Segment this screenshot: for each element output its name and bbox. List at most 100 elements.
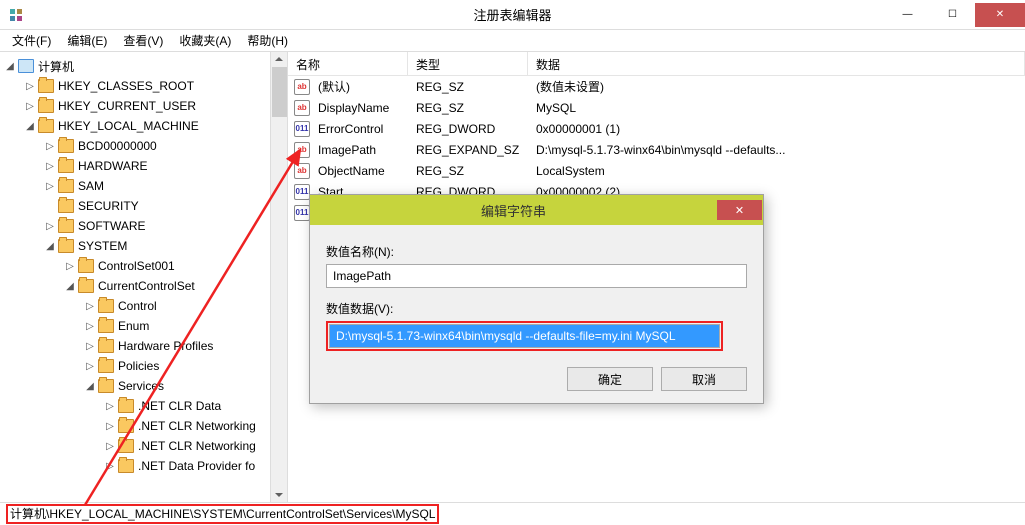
list-row[interactable]: abDisplayNameREG_SZMySQL (288, 97, 1025, 118)
tree-node-sam[interactable]: ▷ SAM (0, 176, 287, 196)
maximize-button[interactable]: ☐ (930, 3, 975, 27)
expander-icon[interactable]: ▷ (104, 401, 116, 412)
tree-label: 计算机 (38, 58, 74, 75)
tree-node-cs001[interactable]: ▷ControlSet001 (0, 256, 287, 276)
expander-icon[interactable]: ◢ (44, 241, 56, 252)
value-data-highlight (326, 321, 723, 351)
tree-label: Control (118, 299, 157, 313)
expander-icon[interactable]: ▷ (84, 361, 96, 372)
tree-node-computer[interactable]: ◢ 计算机 (0, 56, 287, 76)
expander-icon[interactable]: ▷ (84, 341, 96, 352)
list-row[interactable]: ab(默认)REG_SZ(数值未设置) (288, 76, 1025, 97)
expander-icon[interactable]: ◢ (4, 61, 16, 72)
scroll-up-icon[interactable] (274, 54, 284, 64)
status-path: 计算机\HKEY_LOCAL_MACHINE\SYSTEM\CurrentCon… (10, 505, 435, 522)
tree-node-services[interactable]: ◢Services (0, 376, 287, 396)
tree-label: Enum (118, 319, 149, 333)
tree-node-enum[interactable]: ▷ Enum (0, 316, 287, 336)
string-value-icon: ab (294, 100, 310, 116)
value-data-input[interactable] (329, 324, 720, 348)
value-name-label: 数值名称(N): (326, 243, 747, 260)
expander-icon[interactable]: ▷ (104, 461, 116, 472)
tree-node-security[interactable]: SECURITY (0, 196, 287, 216)
app-icon (8, 7, 24, 23)
tree-label: SECURITY (78, 199, 139, 213)
expander-icon[interactable] (44, 201, 56, 212)
cell-type: REG_DWORD (408, 122, 528, 136)
expander-icon[interactable]: ▷ (24, 81, 36, 92)
menu-view[interactable]: 查看(V) (115, 30, 171, 51)
expander-icon[interactable]: ▷ (44, 181, 56, 192)
folder-icon (98, 379, 114, 393)
expander-icon[interactable]: ▷ (44, 141, 56, 152)
dword-value-icon: 011 (294, 121, 310, 137)
folder-icon (78, 279, 94, 293)
tree-node-netdataprov[interactable]: ▷ .NET Data Provider fo (0, 456, 287, 476)
expander-icon[interactable]: ▷ (44, 221, 56, 232)
cell-type: REG_EXPAND_SZ (408, 143, 528, 157)
folder-icon (58, 199, 74, 213)
menu-favorites[interactable]: 收藏夹(A) (171, 30, 239, 51)
col-header-data[interactable]: 数据 (528, 52, 1025, 75)
minimize-button[interactable]: — (885, 3, 930, 27)
folder-icon (38, 79, 54, 93)
tree-label: .NET CLR Networking (138, 419, 256, 433)
dialog-close-button[interactable]: ✕ (717, 200, 762, 220)
cell-type: REG_SZ (408, 80, 528, 94)
list-row[interactable]: abObjectNameREG_SZLocalSystem (288, 160, 1025, 181)
window-title: 注册表编辑器 (473, 5, 551, 24)
status-path-highlight: 计算机\HKEY_LOCAL_MACHINE\SYSTEM\CurrentCon… (6, 504, 439, 524)
expander-icon[interactable]: ▷ (64, 261, 76, 272)
expander-icon[interactable]: ◢ (24, 121, 36, 132)
list-row[interactable]: 011ErrorControlREG_DWORD0x00000001 (1) (288, 118, 1025, 139)
expander-icon[interactable]: ◢ (84, 381, 96, 392)
value-name-input[interactable] (326, 264, 747, 288)
expander-icon[interactable]: ◢ (64, 281, 76, 292)
dialog-titlebar[interactable]: 编辑字符串 ✕ (310, 195, 763, 225)
cell-name: DisplayName (310, 101, 408, 115)
scrollbar-thumb[interactable] (272, 67, 287, 117)
tree-node-netclrnet1[interactable]: ▷ .NET CLR Networking (0, 416, 287, 436)
list-row[interactable]: abImagePathREG_EXPAND_SZD:\mysql-5.1.73-… (288, 139, 1025, 160)
tree-label: .NET Data Provider fo (138, 459, 255, 473)
tree-node-control[interactable]: ▷ Control (0, 296, 287, 316)
tree-label: .NET CLR Networking (138, 439, 256, 453)
folder-icon (58, 179, 74, 193)
tree-scrollbar[interactable] (270, 52, 287, 502)
tree-node-software[interactable]: ▷SOFTWARE (0, 216, 287, 236)
tree-node-netclrnet2[interactable]: ▷ .NET CLR Networking (0, 436, 287, 456)
tree-label: HKEY_CLASSES_ROOT (58, 79, 194, 93)
tree-node-bcd[interactable]: ▷BCD00000000 (0, 136, 287, 156)
menu-edit[interactable]: 编辑(E) (59, 30, 115, 51)
registry-tree[interactable]: ◢ 计算机 ▷ HKEY_CLASSES_ROOT ▷HKEY_CURRENT_US… (0, 52, 287, 480)
tree-node-policies[interactable]: ▷Policies (0, 356, 287, 376)
tree-node-hwprof[interactable]: ▷Hardware Profiles (0, 336, 287, 356)
folder-icon (58, 239, 74, 253)
tree-node-system[interactable]: ◢SYSTEM (0, 236, 287, 256)
col-header-type[interactable]: 类型 (408, 52, 528, 75)
folder-icon (98, 339, 114, 353)
folder-icon (58, 139, 74, 153)
expander-icon[interactable]: ▷ (24, 101, 36, 112)
expander-icon[interactable]: ▷ (84, 301, 96, 312)
tree-node-hkcr[interactable]: ▷ HKEY_CLASSES_ROOT (0, 76, 287, 96)
menubar: 文件(F) 编辑(E) 查看(V) 收藏夹(A) 帮助(H) (0, 30, 1025, 52)
tree-label: SAM (78, 179, 104, 193)
expander-icon[interactable]: ▷ (84, 321, 96, 332)
expander-icon[interactable]: ▷ (104, 441, 116, 452)
tree-node-hardware[interactable]: ▷HARDWARE (0, 156, 287, 176)
tree-node-hklm[interactable]: ◢HKEY_LOCAL_MACHINE (0, 116, 287, 136)
folder-icon (78, 259, 94, 273)
close-button[interactable]: ✕ (975, 3, 1025, 27)
tree-node-hkcu[interactable]: ▷HKEY_CURRENT_USER (0, 96, 287, 116)
menu-file[interactable]: 文件(F) (4, 30, 59, 51)
tree-node-ccs[interactable]: ◢CurrentControlSet (0, 276, 287, 296)
tree-node-netclrdata[interactable]: ▷.NET CLR Data (0, 396, 287, 416)
ok-button[interactable]: 确定 (567, 367, 653, 391)
scroll-down-icon[interactable] (274, 490, 284, 500)
expander-icon[interactable]: ▷ (104, 421, 116, 432)
col-header-name[interactable]: 名称 (288, 52, 408, 75)
expander-icon[interactable]: ▷ (44, 161, 56, 172)
menu-help[interactable]: 帮助(H) (239, 30, 296, 51)
cancel-button[interactable]: 取消 (661, 367, 747, 391)
